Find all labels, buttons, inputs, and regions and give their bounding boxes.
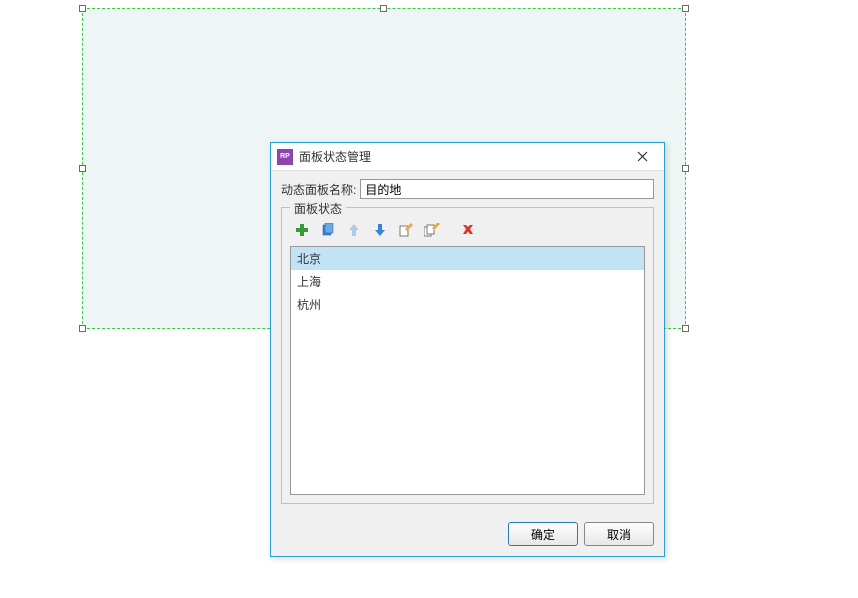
fieldset-legend: 面板状态 <box>290 200 346 217</box>
add-state-button[interactable] <box>294 222 310 238</box>
close-icon <box>637 151 648 162</box>
dialog-titlebar[interactable]: RP 面板状态管理 <box>271 143 664 171</box>
resize-handle-tm[interactable] <box>380 5 387 12</box>
move-down-button[interactable] <box>372 222 388 238</box>
panel-name-input[interactable] <box>360 179 654 199</box>
duplicate-icon <box>321 223 335 237</box>
delete-state-button[interactable] <box>460 222 476 238</box>
panel-state-dialog: RP 面板状态管理 动态面板名称: 面板状态 <box>270 142 665 557</box>
plus-icon <box>295 223 309 237</box>
edit-all-button[interactable] <box>424 222 440 238</box>
edit-all-icon <box>424 223 440 237</box>
move-up-button <box>346 222 362 238</box>
app-icon: RP <box>277 149 293 165</box>
edit-state-button[interactable] <box>398 222 414 238</box>
state-item[interactable]: 北京 <box>291 247 644 270</box>
dialog-title: 面板状态管理 <box>299 148 624 165</box>
resize-handle-mr[interactable] <box>682 165 689 172</box>
resize-handle-tr[interactable] <box>682 5 689 12</box>
states-list[interactable]: 北京 上海 杭州 <box>290 246 645 495</box>
cancel-button[interactable]: 取消 <box>584 522 654 546</box>
close-button[interactable] <box>624 145 660 169</box>
state-item[interactable]: 上海 <box>291 270 644 293</box>
states-toolbar <box>290 216 645 246</box>
panel-states-fieldset: 面板状态 <box>281 207 654 504</box>
edit-icon <box>399 223 413 237</box>
app-icon-text: RP <box>280 153 290 160</box>
resize-handle-bl[interactable] <box>79 325 86 332</box>
resize-handle-ml[interactable] <box>79 165 86 172</box>
delete-icon <box>461 223 475 237</box>
state-item[interactable]: 杭州 <box>291 293 644 316</box>
panel-name-label: 动态面板名称: <box>281 181 356 198</box>
duplicate-state-button[interactable] <box>320 222 336 238</box>
arrow-up-icon <box>347 223 361 237</box>
resize-handle-br[interactable] <box>682 325 689 332</box>
arrow-down-icon <box>373 223 387 237</box>
ok-button[interactable]: 确定 <box>508 522 578 546</box>
panel-name-row: 动态面板名称: <box>281 179 654 199</box>
resize-handle-tl[interactable] <box>79 5 86 12</box>
dialog-footer: 确定 取消 <box>271 514 664 556</box>
dialog-body: 动态面板名称: 面板状态 <box>271 171 664 514</box>
